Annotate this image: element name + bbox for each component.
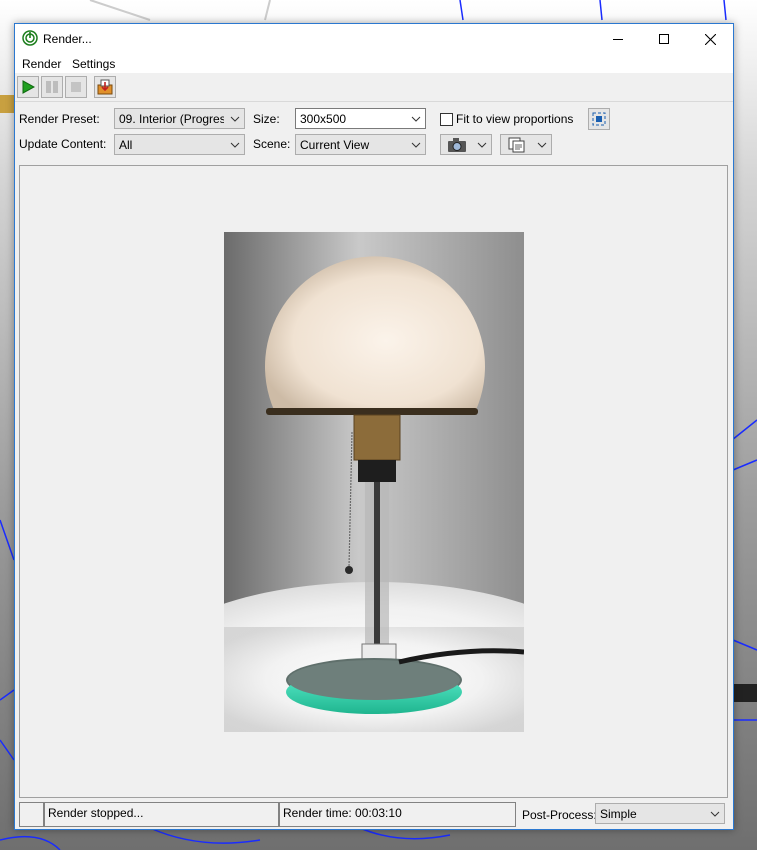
scene-select[interactable]: Current View [295, 134, 426, 155]
scene-label: Scene: [253, 137, 291, 151]
maximize-icon [659, 34, 669, 44]
save-render-icon [97, 79, 113, 95]
chevron-down-icon [710, 811, 720, 817]
render-status: Render stopped... [44, 802, 279, 827]
render-preset-label: Render Preset: [19, 112, 100, 126]
size-select[interactable]: 300x500 [295, 108, 426, 129]
render-window: Render... Render Settings Render Preset:… [14, 23, 734, 830]
play-icon [22, 80, 35, 94]
fit-to-view-label[interactable]: Fit to view proportions [456, 112, 573, 126]
chevron-down-icon [230, 142, 240, 148]
update-content-value: All [119, 138, 133, 152]
render-toolbar [15, 73, 733, 102]
pause-icon [46, 81, 58, 93]
chevron-down-icon [537, 142, 547, 148]
post-process-label: Post-Process: [522, 808, 597, 822]
close-icon [704, 33, 716, 45]
update-content-select[interactable]: All [114, 134, 245, 155]
fit-to-view-checkbox[interactable] [440, 113, 453, 126]
window-title: Render... [43, 32, 92, 46]
render-time-text: Render time: 00:03:10 [283, 806, 402, 820]
render-preset-value: 09. Interior (Progress [119, 112, 224, 126]
size-label: Size: [253, 112, 280, 126]
render-time: Render time: 00:03:10 [279, 802, 516, 827]
start-render-button[interactable] [17, 76, 39, 98]
save-render-button[interactable] [94, 76, 116, 98]
camera-icon [448, 138, 466, 152]
copy-pages-icon [508, 137, 525, 153]
menu-render[interactable]: Render [22, 57, 61, 71]
rendered-image [224, 232, 524, 732]
camera-select[interactable] [440, 134, 492, 155]
size-value: 300x500 [300, 112, 347, 126]
pause-render-button[interactable] [41, 76, 63, 98]
region-render-button[interactable] [588, 108, 610, 130]
minimize-button[interactable] [595, 24, 641, 54]
region-select-icon [592, 112, 606, 126]
render-app-icon [22, 30, 38, 46]
render-status-text: Render stopped... [48, 806, 144, 820]
copy-options-select[interactable] [500, 134, 552, 155]
status-bar: Render stopped... Render time: 00:03:10 … [15, 802, 733, 829]
maximize-button[interactable] [641, 24, 687, 54]
minimize-icon [613, 39, 623, 40]
close-button[interactable] [687, 24, 733, 54]
menu-bar: Render Settings [15, 54, 733, 73]
post-process-select[interactable]: Simple [595, 803, 725, 824]
stop-icon [71, 82, 81, 92]
post-process-value: Simple [600, 807, 637, 821]
render-canvas [19, 165, 728, 798]
chevron-down-icon [411, 116, 421, 122]
scene-value: Current View [300, 138, 370, 152]
chevron-down-icon [477, 142, 487, 148]
menu-settings[interactable]: Settings [72, 57, 115, 71]
update-content-label: Update Content: [19, 137, 107, 151]
stop-render-button[interactable] [65, 76, 87, 98]
title-bar: Render... [15, 24, 733, 54]
status-indicator [19, 802, 44, 827]
chevron-down-icon [411, 142, 421, 148]
chevron-down-icon [230, 116, 240, 122]
render-preset-select[interactable]: 09. Interior (Progress [114, 108, 245, 129]
